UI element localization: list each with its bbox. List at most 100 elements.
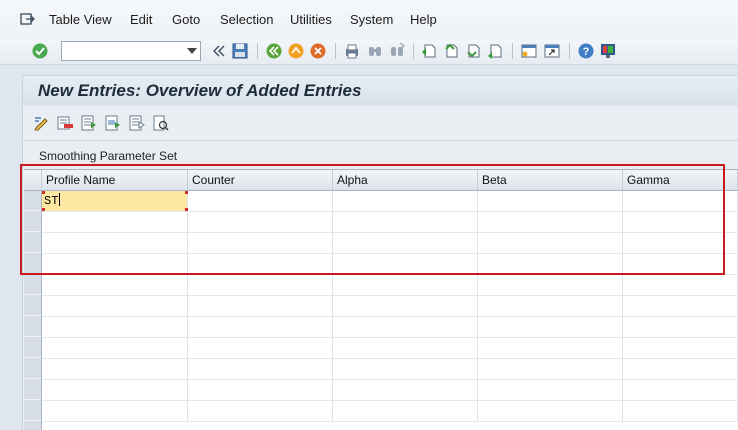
table-cell-counter[interactable] [188,296,333,316]
column-header-beta[interactable]: Beta [478,170,623,190]
previous-page-icon[interactable] [442,42,460,60]
cancel-icon[interactable] [309,42,327,60]
menu-selection[interactable]: Selection [220,12,273,27]
shortcut-icon[interactable] [543,42,561,60]
table-cell-gamma[interactable] [623,254,738,274]
row-selector[interactable] [24,380,41,400]
row-selector[interactable] [24,275,41,295]
table-cell-beta[interactable] [478,191,623,211]
change-display-icon[interactable] [33,114,51,132]
table-cell-gamma[interactable] [623,296,738,316]
table-cell-alpha[interactable] [333,380,478,400]
menu-utilities[interactable]: Utilities [290,12,332,27]
table-cell-counter[interactable] [188,233,333,253]
command-field[interactable] [61,41,201,61]
table-cell-counter[interactable] [188,317,333,337]
table-cell-profile-name[interactable] [42,212,188,232]
table-cell-counter[interactable] [188,401,333,421]
table-cell-counter[interactable] [188,212,333,232]
print-icon[interactable] [343,42,361,60]
table-cell-alpha[interactable] [333,296,478,316]
create-session-icon[interactable] [520,42,538,60]
table-cell-beta[interactable] [478,380,623,400]
exit-menu-icon[interactable] [19,11,35,27]
row-selector[interactable] [24,212,41,232]
table-cell-counter[interactable] [188,275,333,295]
table-cell-counter[interactable] [188,380,333,400]
table-cell-gamma[interactable] [623,338,738,358]
menu-edit[interactable]: Edit [130,12,152,27]
row-selector[interactable] [24,401,41,421]
menu-help[interactable]: Help [410,12,437,27]
table-cell-counter[interactable] [188,191,333,211]
table-cell-profile-name[interactable] [42,317,188,337]
table-cell-profile-name[interactable] [42,338,188,358]
first-page-icon[interactable] [420,42,438,60]
table-cell-gamma[interactable] [623,380,738,400]
table-cell-gamma[interactable] [623,401,738,421]
table-cell-counter[interactable] [188,338,333,358]
table-cell-beta[interactable] [478,338,623,358]
save-icon[interactable] [231,42,249,60]
choose-icon[interactable] [152,114,170,132]
table-cell-beta[interactable] [478,359,623,379]
table-cell-alpha[interactable] [333,254,478,274]
row-selector[interactable] [24,296,41,316]
table-cell-counter[interactable] [188,254,333,274]
table-cell-profile-name[interactable] [42,296,188,316]
table-cell-alpha[interactable] [333,401,478,421]
menu-table-view[interactable]: Table View [49,12,112,27]
column-header-profile-name[interactable]: Profile Name [42,170,188,190]
find-next-icon[interactable] [388,42,406,60]
back-arrows-icon[interactable] [210,42,228,60]
table-cell-alpha[interactable] [333,191,478,211]
table-cell-beta[interactable] [478,401,623,421]
table-cell-profile-name[interactable] [42,275,188,295]
last-page-icon[interactable] [486,42,504,60]
table-cell-gamma[interactable] [623,359,738,379]
menu-system[interactable]: System [350,12,393,27]
next-page-icon[interactable] [464,42,482,60]
table-cell-profile-name[interactable] [42,401,188,421]
row-selector[interactable] [24,317,41,337]
table-cell-alpha[interactable] [333,233,478,253]
back-icon[interactable] [265,42,283,60]
deselect-all-icon[interactable] [128,114,146,132]
exit-icon[interactable] [287,42,305,60]
column-header-alpha[interactable]: Alpha [333,170,478,190]
select-all-icon[interactable] [80,114,98,132]
column-header-gamma[interactable]: Gamma [623,170,738,190]
row-selector[interactable] [24,254,41,274]
help-icon[interactable]: ? [577,42,595,60]
table-cell-profile-name[interactable] [42,254,188,274]
row-selector[interactable] [24,359,41,379]
select-block-icon[interactable] [104,114,122,132]
command-input[interactable] [64,43,186,61]
row-selector[interactable] [24,233,41,253]
table-cell-profile-name[interactable] [42,233,188,253]
table-cell-counter[interactable] [188,359,333,379]
table-cell-alpha[interactable] [333,212,478,232]
layout-menu-icon[interactable] [599,42,617,60]
table-cell-alpha[interactable] [333,275,478,295]
table-cell-profile-name[interactable]: ST [42,191,188,211]
row-selector[interactable] [24,338,41,358]
table-cell-beta[interactable] [478,317,623,337]
table-cell-gamma[interactable] [623,317,738,337]
table-cell-gamma[interactable] [623,191,738,211]
enter-check-icon[interactable] [31,42,49,60]
column-header-counter[interactable]: Counter [188,170,333,190]
find-icon[interactable] [366,42,384,60]
table-cell-profile-name[interactable] [42,359,188,379]
table-cell-gamma[interactable] [623,275,738,295]
table-cell-alpha[interactable] [333,338,478,358]
chevron-down-icon[interactable] [187,48,197,54]
table-cell-beta[interactable] [478,296,623,316]
table-cell-beta[interactable] [478,275,623,295]
table-cell-beta[interactable] [478,233,623,253]
row-selector[interactable] [24,191,41,211]
delete-row-icon[interactable] [56,114,74,132]
table-cell-alpha[interactable] [333,359,478,379]
table-cell-alpha[interactable] [333,317,478,337]
table-cell-gamma[interactable] [623,233,738,253]
